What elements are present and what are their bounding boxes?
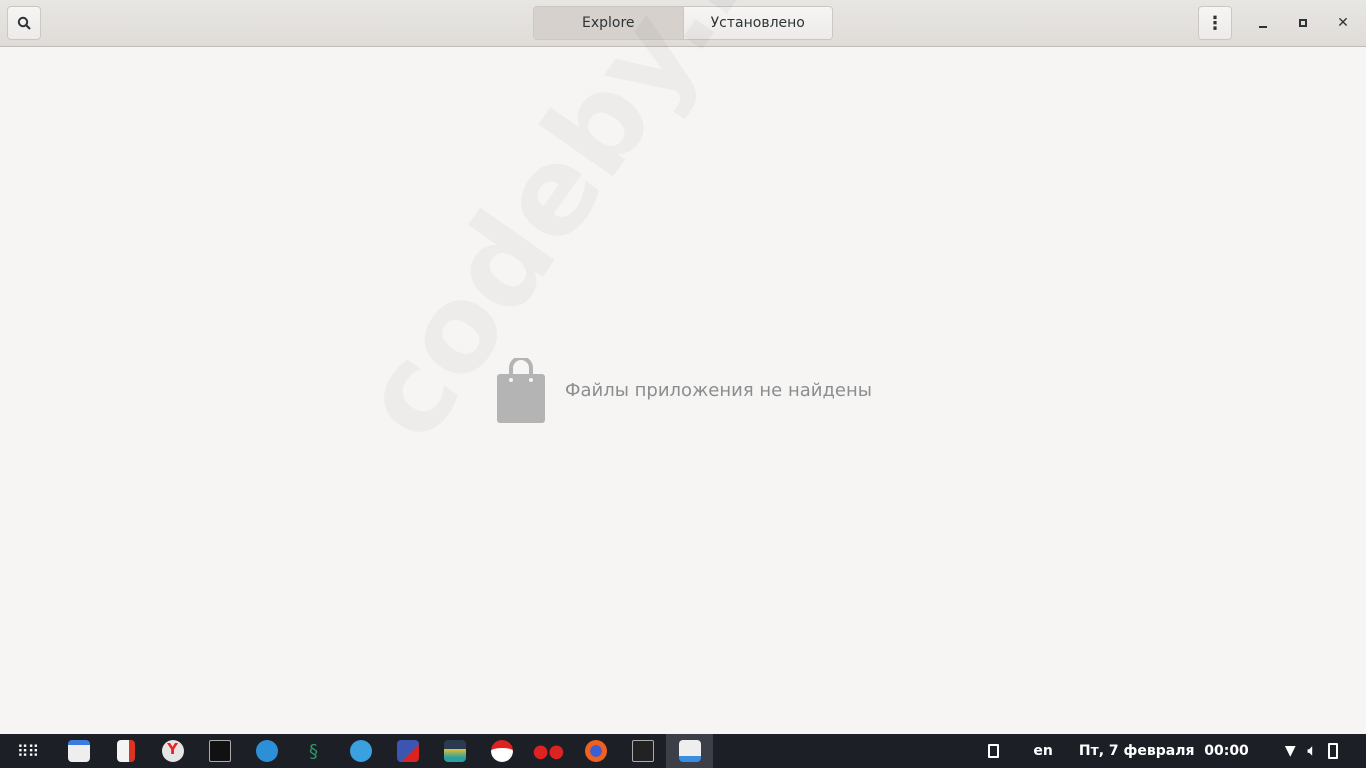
clipboard-icon[interactable] [988, 744, 1000, 758]
taskbar-telegram[interactable] [337, 734, 384, 768]
taskbar-terminal-2[interactable] [619, 734, 666, 768]
dragon-icon: § [309, 740, 318, 762]
virtualbox-icon [396, 740, 419, 762]
maximize-button[interactable] [1292, 12, 1314, 34]
keyboard-layout[interactable]: en [1033, 743, 1052, 759]
taskbar-terminal[interactable] [196, 734, 243, 768]
battery-icon[interactable] [1328, 743, 1338, 759]
folder-icon [67, 740, 90, 762]
chart-icon [443, 740, 466, 762]
minimize-button[interactable] [1252, 12, 1274, 34]
download-icon [490, 740, 513, 762]
taskbar-firefox[interactable] [572, 734, 619, 768]
maximize-icon [1299, 19, 1307, 27]
cherry-icon: ●● [532, 740, 565, 762]
terminal-icon [631, 740, 654, 762]
taskbar-download-manager[interactable] [478, 734, 525, 768]
wifi-icon[interactable]: ▼ [1285, 743, 1296, 759]
empty-state: Файлы приложения не найдены [497, 358, 872, 423]
taskbar-text-editor[interactable] [102, 734, 149, 768]
taskbar-wireshark[interactable] [243, 734, 290, 768]
empty-message: Файлы приложения не найдены [565, 380, 872, 401]
search-icon [17, 16, 31, 30]
kebab-menu-icon: ⋮ [1206, 12, 1224, 34]
minimize-icon [1259, 26, 1267, 28]
taskbar-software-center[interactable] [666, 734, 713, 768]
wireshark-icon [255, 740, 278, 762]
taskbar-kali[interactable]: § [290, 734, 337, 768]
yandex-icon: Y [161, 740, 184, 762]
volume-icon[interactable]: 🔈︎ [1308, 743, 1316, 759]
taskbar-virtualbox[interactable] [384, 734, 431, 768]
menu-button[interactable]: ⋮ [1198, 6, 1232, 40]
taskbar-cherrytree[interactable]: ●● [525, 734, 572, 768]
taskbar-files[interactable] [55, 734, 102, 768]
close-button[interactable]: ✕ [1332, 12, 1354, 34]
software-bag-icon [678, 740, 701, 762]
search-button[interactable] [7, 6, 41, 40]
taskbar-yandex[interactable]: Y [149, 734, 196, 768]
system-tray: en Пт, 7 февраля 00:00 ▼ 🔈︎ [988, 734, 1366, 768]
telegram-icon [349, 740, 372, 762]
taskbar: ⠿⠿ Y § ●● en Пт, 7 февраля 00:00 ▼ 🔈︎ [0, 734, 1366, 768]
firefox-icon [584, 740, 607, 762]
shopping-bag-icon [497, 358, 545, 423]
app-grid-icon: ⠿⠿ [16, 741, 39, 761]
taskbar-system-monitor[interactable] [431, 734, 478, 768]
close-icon: ✕ [1337, 15, 1349, 31]
datetime[interactable]: Пт, 7 февраля 00:00 [1079, 743, 1249, 759]
terminal-icon [208, 740, 231, 762]
app-grid-button[interactable]: ⠿⠿ [0, 734, 55, 768]
document-icon [116, 740, 135, 762]
